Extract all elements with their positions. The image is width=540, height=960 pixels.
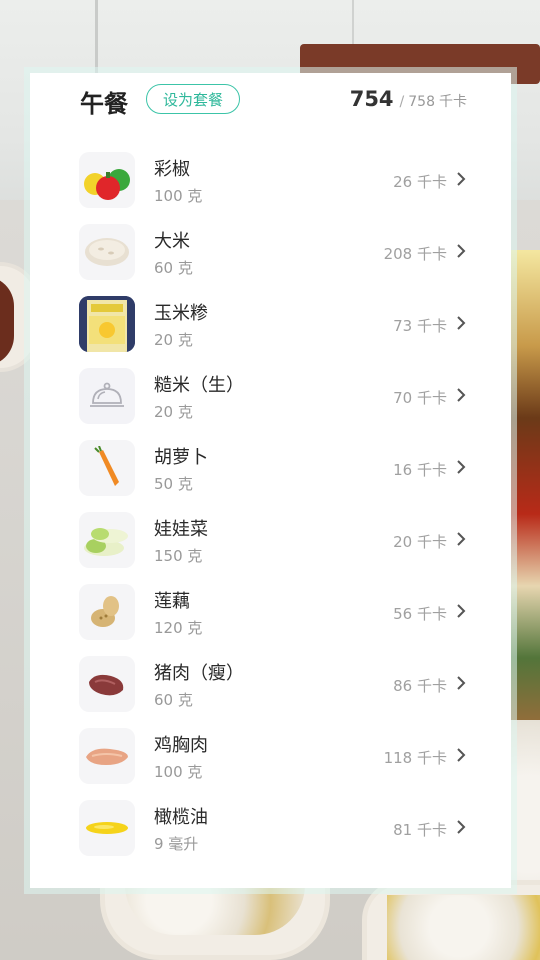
bell-pepper-icon	[79, 152, 135, 208]
food-amount: 60 克	[154, 259, 193, 277]
food-amount: 150 克	[154, 547, 203, 565]
food-amount: 60 克	[154, 691, 193, 709]
calorie-summary: 754 / 758 千卡	[350, 87, 467, 111]
corn-grits-bag-icon	[79, 296, 135, 352]
set-as-combo-button[interactable]: 设为套餐	[146, 84, 240, 114]
food-item-rice[interactable]: 大米 60 克 208 千卡	[30, 217, 511, 289]
rice-icon	[79, 224, 135, 280]
meal-header: 午餐 设为套餐 754 / 758 千卡	[30, 73, 511, 129]
food-name: 鸡胸肉	[154, 735, 208, 756]
food-calories: 16 千卡	[393, 461, 447, 479]
food-calories: 26 千卡	[393, 173, 447, 191]
food-calories: 118 千卡	[383, 749, 447, 767]
chevron-right-icon	[457, 244, 466, 258]
food-name: 莲藕	[154, 591, 190, 612]
food-amount: 100 克	[154, 187, 203, 205]
chevron-right-icon	[457, 820, 466, 834]
food-name: 娃娃菜	[154, 519, 208, 540]
food-name: 猪肉（瘦）	[154, 663, 244, 684]
calories-eaten: 754	[349, 87, 394, 111]
food-item-olive-oil[interactable]: 橄榄油 9 毫升 81 千卡	[30, 793, 511, 865]
food-name: 彩椒	[154, 159, 190, 180]
meal-title: 午餐	[80, 90, 128, 118]
food-amount: 20 克	[154, 331, 193, 349]
baby-cabbage-icon	[79, 512, 135, 568]
food-item-brown-rice[interactable]: 糙米（生） 20 克 70 千卡	[30, 361, 511, 433]
food-calories: 86 千卡	[393, 677, 447, 695]
food-name: 玉米糁	[154, 303, 208, 324]
calorie-unit: 千卡	[439, 94, 467, 110]
chevron-right-icon	[457, 676, 466, 690]
food-list: 彩椒 100 克 26 千卡 大米 60 克 208 千卡 玉米糁 20 克 7…	[30, 145, 511, 865]
food-item-lean-pork[interactable]: 猪肉（瘦） 60 克 86 千卡	[30, 649, 511, 721]
food-amount: 50 克	[154, 475, 193, 493]
lotus-root-icon	[79, 584, 135, 640]
food-item-lotus-root[interactable]: 莲藕 120 克 56 千卡	[30, 577, 511, 649]
chevron-right-icon	[457, 316, 466, 330]
food-amount: 120 克	[154, 619, 203, 637]
calorie-separator: /	[399, 94, 405, 110]
food-item-bell-pepper[interactable]: 彩椒 100 克 26 千卡	[30, 145, 511, 217]
food-item-carrot[interactable]: 胡萝卜 50 克 16 千卡	[30, 433, 511, 505]
food-name: 胡萝卜	[154, 447, 208, 468]
food-name: 橄榄油	[154, 807, 208, 828]
chicken-breast-icon	[79, 728, 135, 784]
chevron-right-icon	[457, 748, 466, 762]
food-cloche-icon	[79, 368, 135, 424]
food-calories: 81 千卡	[393, 821, 447, 839]
chevron-right-icon	[457, 460, 466, 474]
food-item-chicken-breast[interactable]: 鸡胸肉 100 克 118 千卡	[30, 721, 511, 793]
food-name: 糙米（生）	[154, 375, 244, 396]
lean-pork-icon	[79, 656, 135, 712]
meal-card: 午餐 设为套餐 754 / 758 千卡 彩椒 100 克 26 千卡 大米 6…	[30, 73, 511, 888]
olive-oil-icon	[79, 800, 135, 856]
food-amount: 9 毫升	[154, 835, 199, 853]
food-calories: 56 千卡	[393, 605, 447, 623]
carrot-icon	[79, 440, 135, 496]
food-amount: 100 克	[154, 763, 203, 781]
food-calories: 20 千卡	[393, 533, 447, 551]
food-item-baby-cabbage[interactable]: 娃娃菜 150 克 20 千卡	[30, 505, 511, 577]
chevron-right-icon	[457, 172, 466, 186]
food-item-corn-grits[interactable]: 玉米糁 20 克 73 千卡	[30, 289, 511, 361]
food-calories: 70 千卡	[393, 389, 447, 407]
calorie-goal: 758	[408, 94, 435, 110]
food-amount: 20 克	[154, 403, 193, 421]
food-calories: 73 千卡	[393, 317, 447, 335]
chevron-right-icon	[457, 604, 466, 618]
chevron-right-icon	[457, 388, 466, 402]
chevron-right-icon	[457, 532, 466, 546]
food-calories: 208 千卡	[383, 245, 447, 263]
food-name: 大米	[154, 231, 190, 252]
